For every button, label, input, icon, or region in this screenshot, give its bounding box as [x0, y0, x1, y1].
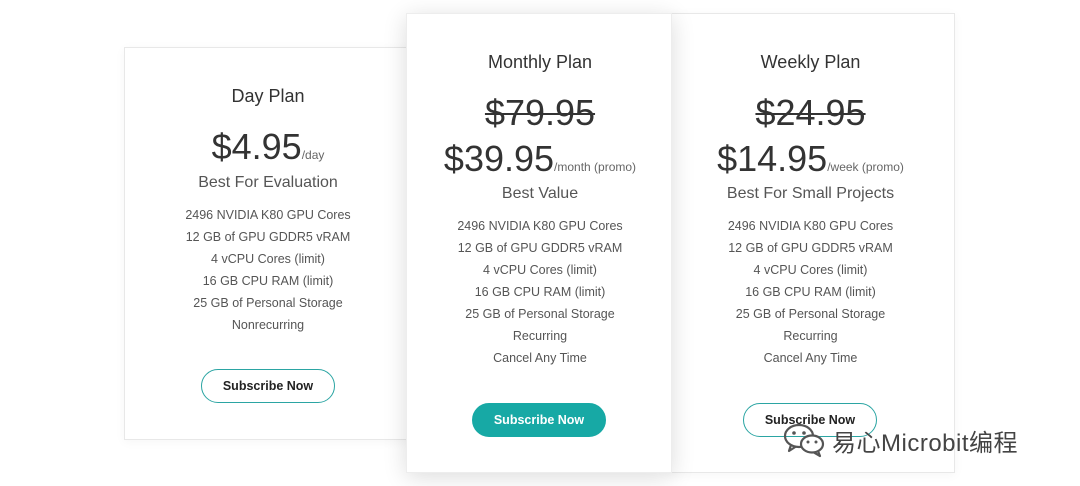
plan-title: Monthly Plan: [487, 52, 593, 72]
subscribe-now-button[interactable]: Subscribe Now: [201, 369, 335, 403]
price: $14.95: [717, 138, 828, 179]
weekly-plan-card: Weekly Plan $24.95 $14.95/week (promo) B…: [664, 13, 955, 473]
price-unit: /day: [301, 148, 325, 162]
pricing-section: Day Plan $4.95/day Best For Evaluation 2…: [0, 0, 1080, 486]
feature-item: 25 GB of Personal Storage: [465, 307, 615, 321]
price: $39.95: [443, 138, 555, 179]
feature-item: 12 GB of GPU GDDR5 vRAM: [457, 241, 623, 255]
plan-title: Day Plan: [231, 86, 305, 106]
feature-item: 2496 NVIDIA K80 GPU Cores: [457, 219, 623, 233]
price-line: $4.95/day: [125, 126, 411, 168]
feature-item: Recurring: [512, 329, 568, 343]
feature-item: 25 GB of Personal Storage: [193, 296, 343, 310]
plan-title: Weekly Plan: [760, 52, 861, 72]
wechat-icon: [783, 423, 825, 458]
feature-item: 12 GB of GPU GDDR5 vRAM: [185, 230, 351, 244]
feature-item: 2496 NVIDIA K80 GPU Cores: [727, 219, 894, 233]
subscribe-now-button[interactable]: Subscribe Now: [472, 403, 606, 437]
feature-item: 4 vCPU Cores (limit): [753, 263, 868, 277]
feature-list: 2496 NVIDIA K80 GPU Cores 12 GB of GPU G…: [125, 204, 411, 336]
feature-item: 12 GB of GPU GDDR5 vRAM: [728, 241, 893, 255]
feature-item: Nonrecurring: [231, 318, 305, 332]
watermark: 易心Microbit编程: [782, 422, 1018, 458]
feature-item: 16 GB CPU RAM (limit): [474, 285, 606, 299]
watermark-text: 易心Microbit编程: [832, 429, 1019, 457]
plan-tagline: Best Value: [501, 185, 579, 202]
price: $4.95: [211, 126, 302, 167]
feature-list: 2496 NVIDIA K80 GPU Cores 12 GB of GPU G…: [665, 215, 956, 369]
day-plan-card: Day Plan $4.95/day Best For Evaluation 2…: [124, 47, 416, 440]
price-unit: /month (promo): [554, 160, 637, 174]
old-price: $79.95: [484, 92, 596, 133]
feature-item: Cancel Any Time: [763, 351, 858, 365]
feature-item: 25 GB of Personal Storage: [735, 307, 886, 321]
monthly-plan-card: Monthly Plan $79.95 $39.95/month (promo)…: [406, 13, 672, 473]
old-price: $24.95: [755, 92, 866, 133]
plan-tagline: Best For Small Projects: [726, 185, 895, 202]
feature-item: 4 vCPU Cores (limit): [211, 252, 325, 266]
feature-list: 2496 NVIDIA K80 GPU Cores 12 GB of GPU G…: [407, 215, 673, 369]
plan-tagline: Best For Evaluation: [198, 174, 338, 191]
price-line: $39.95/month (promo): [407, 138, 673, 180]
feature-item: Cancel Any Time: [493, 351, 587, 365]
feature-item: Recurring: [783, 329, 838, 343]
price-unit: /week (promo): [827, 160, 904, 174]
feature-item: 16 GB CPU RAM (limit): [745, 285, 876, 299]
feature-item: 4 vCPU Cores (limit): [483, 263, 597, 277]
feature-item: 16 GB CPU RAM (limit): [202, 274, 334, 288]
feature-item: 2496 NVIDIA K80 GPU Cores: [185, 208, 351, 222]
price-line: $14.95/week (promo): [665, 138, 956, 180]
